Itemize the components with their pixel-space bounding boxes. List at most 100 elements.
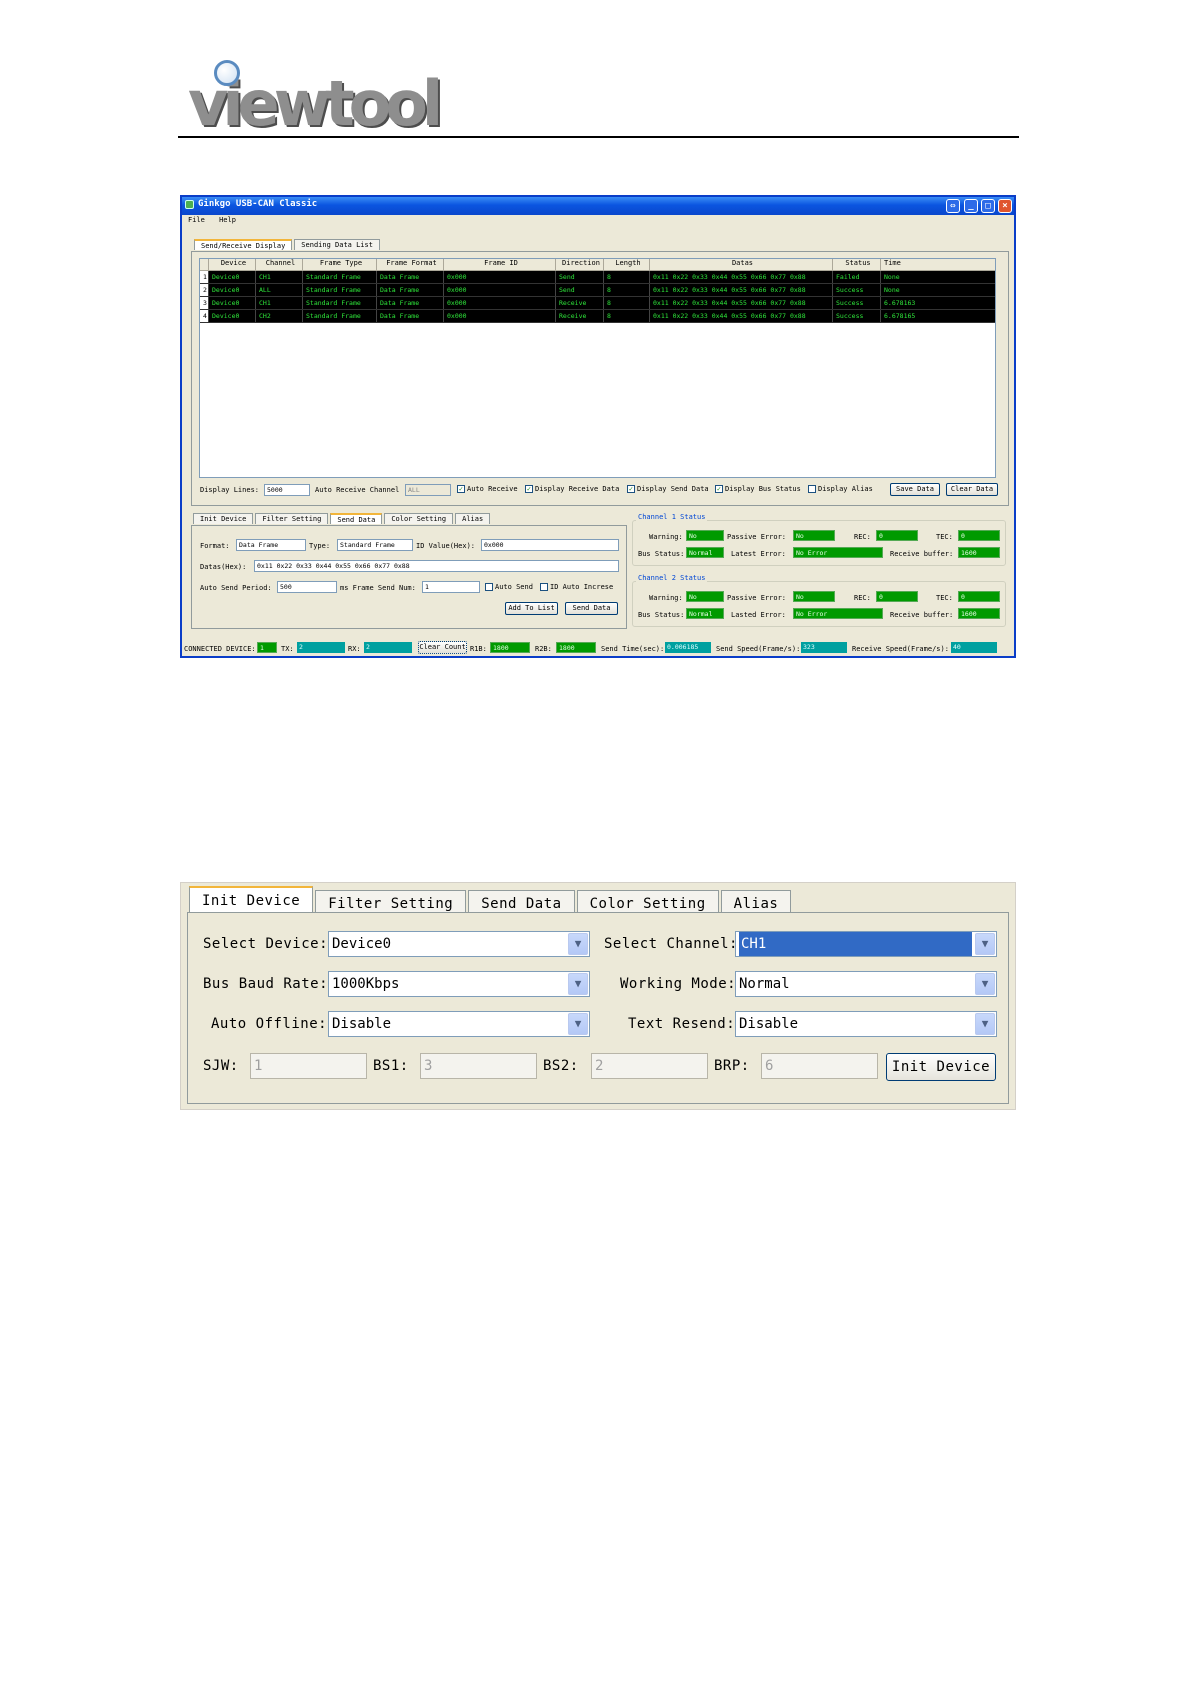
cell-frame-id: 0x000 bbox=[444, 271, 556, 283]
col-datas[interactable]: Datas bbox=[650, 259, 833, 270]
brp-field: 6 bbox=[761, 1053, 878, 1079]
send-time-label: Send Time(sec): bbox=[601, 645, 665, 653]
col-channel[interactable]: Channel bbox=[256, 259, 303, 270]
ch1-tec-value: 0 bbox=[958, 530, 1000, 541]
cell-device: Device0 bbox=[209, 284, 256, 296]
tab-filter-setting[interactable]: Filter Setting bbox=[255, 513, 329, 524]
grid-header: Device Channel Frame Type Frame Format F… bbox=[200, 259, 995, 271]
col-direction[interactable]: Direction bbox=[556, 259, 604, 270]
auto-receive-channel-select[interactable]: ALL bbox=[405, 484, 451, 496]
channel2-status-title: Channel 2 Status bbox=[636, 574, 708, 582]
window-title: Ginkgo USB-CAN Classic bbox=[198, 199, 318, 209]
menu-file[interactable]: File bbox=[188, 216, 205, 224]
table-row[interactable]: 3 Device0 CH1 Standard Frame Data Frame … bbox=[200, 297, 995, 310]
auto-receive-label: Auto Receive bbox=[467, 485, 518, 493]
datas-input[interactable]: 0x11 0x22 0x33 0x44 0x55 0x66 0x77 0x88 bbox=[254, 560, 619, 572]
bus-baud-rate-value: 1000Kbps bbox=[332, 976, 400, 992]
cell-frame-type: Standard Frame bbox=[303, 284, 377, 296]
display-alias-checkbox[interactable]: Display Alias bbox=[808, 485, 873, 493]
rx-label: RX: bbox=[348, 645, 361, 653]
id-value-input[interactable]: 0x000 bbox=[481, 539, 619, 551]
checkbox-icon bbox=[540, 583, 548, 591]
check-icon: ✓ bbox=[525, 485, 533, 493]
chevron-down-icon[interactable]: ▼ bbox=[568, 933, 588, 955]
tab-send-data[interactable]: Send Data bbox=[330, 513, 383, 524]
header-rule bbox=[178, 136, 1019, 138]
chevron-down-icon[interactable]: ▼ bbox=[975, 933, 995, 955]
chevron-down-icon[interactable]: ▼ bbox=[568, 973, 588, 995]
ch2-tec-label: TEC: bbox=[936, 594, 953, 602]
auto-send-checkbox[interactable]: Auto Send bbox=[485, 583, 533, 591]
table-row[interactable]: 4 Device0 CH2 Standard Frame Data Frame … bbox=[200, 310, 995, 323]
ch2-rec-label: REC: bbox=[854, 594, 871, 602]
text-resend-label: Text Resend: bbox=[628, 1016, 736, 1032]
cell-frame-format: Data Frame bbox=[377, 271, 444, 283]
type-select[interactable]: Standard Frame bbox=[337, 539, 413, 551]
clear-data-button[interactable]: Clear Data bbox=[946, 483, 998, 496]
tab-alias[interactable]: Alias bbox=[455, 513, 491, 524]
col-length[interactable]: Length bbox=[604, 259, 650, 270]
bs2-label: BS2: bbox=[543, 1058, 579, 1074]
maximize-button[interactable]: □ bbox=[981, 199, 995, 213]
chevron-down-icon[interactable]: ▼ bbox=[568, 1013, 588, 1035]
bus-baud-rate-combo[interactable]: 1000Kbps ▼ bbox=[328, 971, 590, 997]
tab-send-receive-display[interactable]: Send/Receive Display bbox=[194, 239, 293, 250]
tab-sending-data-list[interactable]: Sending Data List bbox=[294, 239, 380, 250]
clear-count-button[interactable]: Clear Count bbox=[418, 641, 467, 654]
send-data-button[interactable]: Send Data bbox=[565, 602, 618, 615]
display-send-checkbox[interactable]: ✓ Display Send Data bbox=[627, 485, 709, 493]
tab-init-device[interactable]: Init Device bbox=[193, 513, 254, 524]
frame-send-num-input[interactable]: 1 bbox=[422, 581, 480, 593]
text-resend-value: Disable bbox=[739, 1016, 799, 1032]
cell-datas: 0x11 0x22 0x33 0x44 0x55 0x66 0x77 0x88 bbox=[650, 310, 833, 322]
minimize-button[interactable]: _ bbox=[964, 199, 978, 213]
auto-send-period-input[interactable]: 500 bbox=[277, 581, 337, 593]
row-index: 2 bbox=[200, 284, 209, 296]
col-device[interactable]: Device bbox=[209, 259, 256, 270]
row-index: 1 bbox=[200, 271, 209, 283]
select-channel-combo[interactable]: CH1 ▼ bbox=[735, 931, 997, 957]
init-device-button[interactable]: Init Device bbox=[886, 1053, 996, 1081]
restore-icon[interactable]: ⇔ bbox=[946, 199, 960, 213]
working-mode-combo[interactable]: Normal ▼ bbox=[735, 971, 997, 997]
frame-send-num-label: ms Frame Send Num: bbox=[340, 584, 416, 592]
display-receive-checkbox[interactable]: ✓ Display Receive Data bbox=[525, 485, 619, 493]
add-to-list-button[interactable]: Add To List bbox=[505, 602, 558, 615]
data-grid[interactable]: Device Channel Frame Type Frame Format F… bbox=[199, 258, 996, 478]
ch2-tec-value: 0 bbox=[958, 591, 1000, 602]
row-index: 3 bbox=[200, 297, 209, 309]
cell-time: None bbox=[884, 273, 900, 281]
close-button[interactable]: × bbox=[998, 199, 1012, 213]
chevron-down-icon[interactable]: ▼ bbox=[975, 1013, 995, 1035]
select-device-combo[interactable]: Device0 ▼ bbox=[328, 931, 590, 957]
ch2-passive-label: Passive Error: bbox=[727, 594, 787, 602]
menu-help[interactable]: Help bbox=[219, 216, 236, 224]
save-data-button[interactable]: Save Data bbox=[890, 483, 940, 496]
r1b-label: R1B: bbox=[470, 645, 487, 653]
id-auto-increase-checkbox[interactable]: ID Auto Increse bbox=[540, 583, 613, 591]
chevron-down-icon[interactable]: ▼ bbox=[975, 973, 995, 995]
working-mode-label: Working Mode: bbox=[620, 976, 737, 992]
display-alias-label: Display Alias bbox=[818, 485, 873, 493]
col-frame-id[interactable]: Frame ID bbox=[444, 259, 556, 270]
auto-receive-checkbox[interactable]: ✓ Auto Receive bbox=[457, 485, 518, 493]
ch1-latest-error-value: No Error bbox=[793, 547, 883, 558]
text-resend-combo[interactable]: Disable ▼ bbox=[735, 1011, 997, 1037]
col-status[interactable]: Status bbox=[833, 259, 881, 270]
col-frame-type[interactable]: Frame Type bbox=[303, 259, 377, 270]
cell-frame-format: Data Frame bbox=[377, 310, 444, 322]
lower-tabs: Init Device Filter Setting Send Data Col… bbox=[193, 513, 492, 524]
table-row[interactable]: 2 Device0 ALL Standard Frame Data Frame … bbox=[200, 284, 995, 297]
auto-offline-value: Disable bbox=[332, 1016, 392, 1032]
col-frame-format[interactable]: Frame Format bbox=[377, 259, 444, 270]
display-bus-checkbox[interactable]: ✓ Display Bus Status bbox=[715, 485, 801, 493]
channel1-status-title: Channel 1 Status bbox=[636, 513, 708, 521]
format-select[interactable]: Data Frame bbox=[236, 539, 306, 551]
auto-offline-combo[interactable]: Disable ▼ bbox=[328, 1011, 590, 1037]
bs1-field: 3 bbox=[420, 1053, 537, 1079]
display-bus-label: Display Bus Status bbox=[725, 485, 801, 493]
display-lines-input[interactable]: 5000 bbox=[264, 484, 310, 496]
col-time[interactable]: Time bbox=[881, 259, 995, 270]
tab-color-setting[interactable]: Color Setting bbox=[384, 513, 454, 524]
table-row[interactable]: 1 Device0 CH1 Standard Frame Data Frame … bbox=[200, 271, 995, 284]
